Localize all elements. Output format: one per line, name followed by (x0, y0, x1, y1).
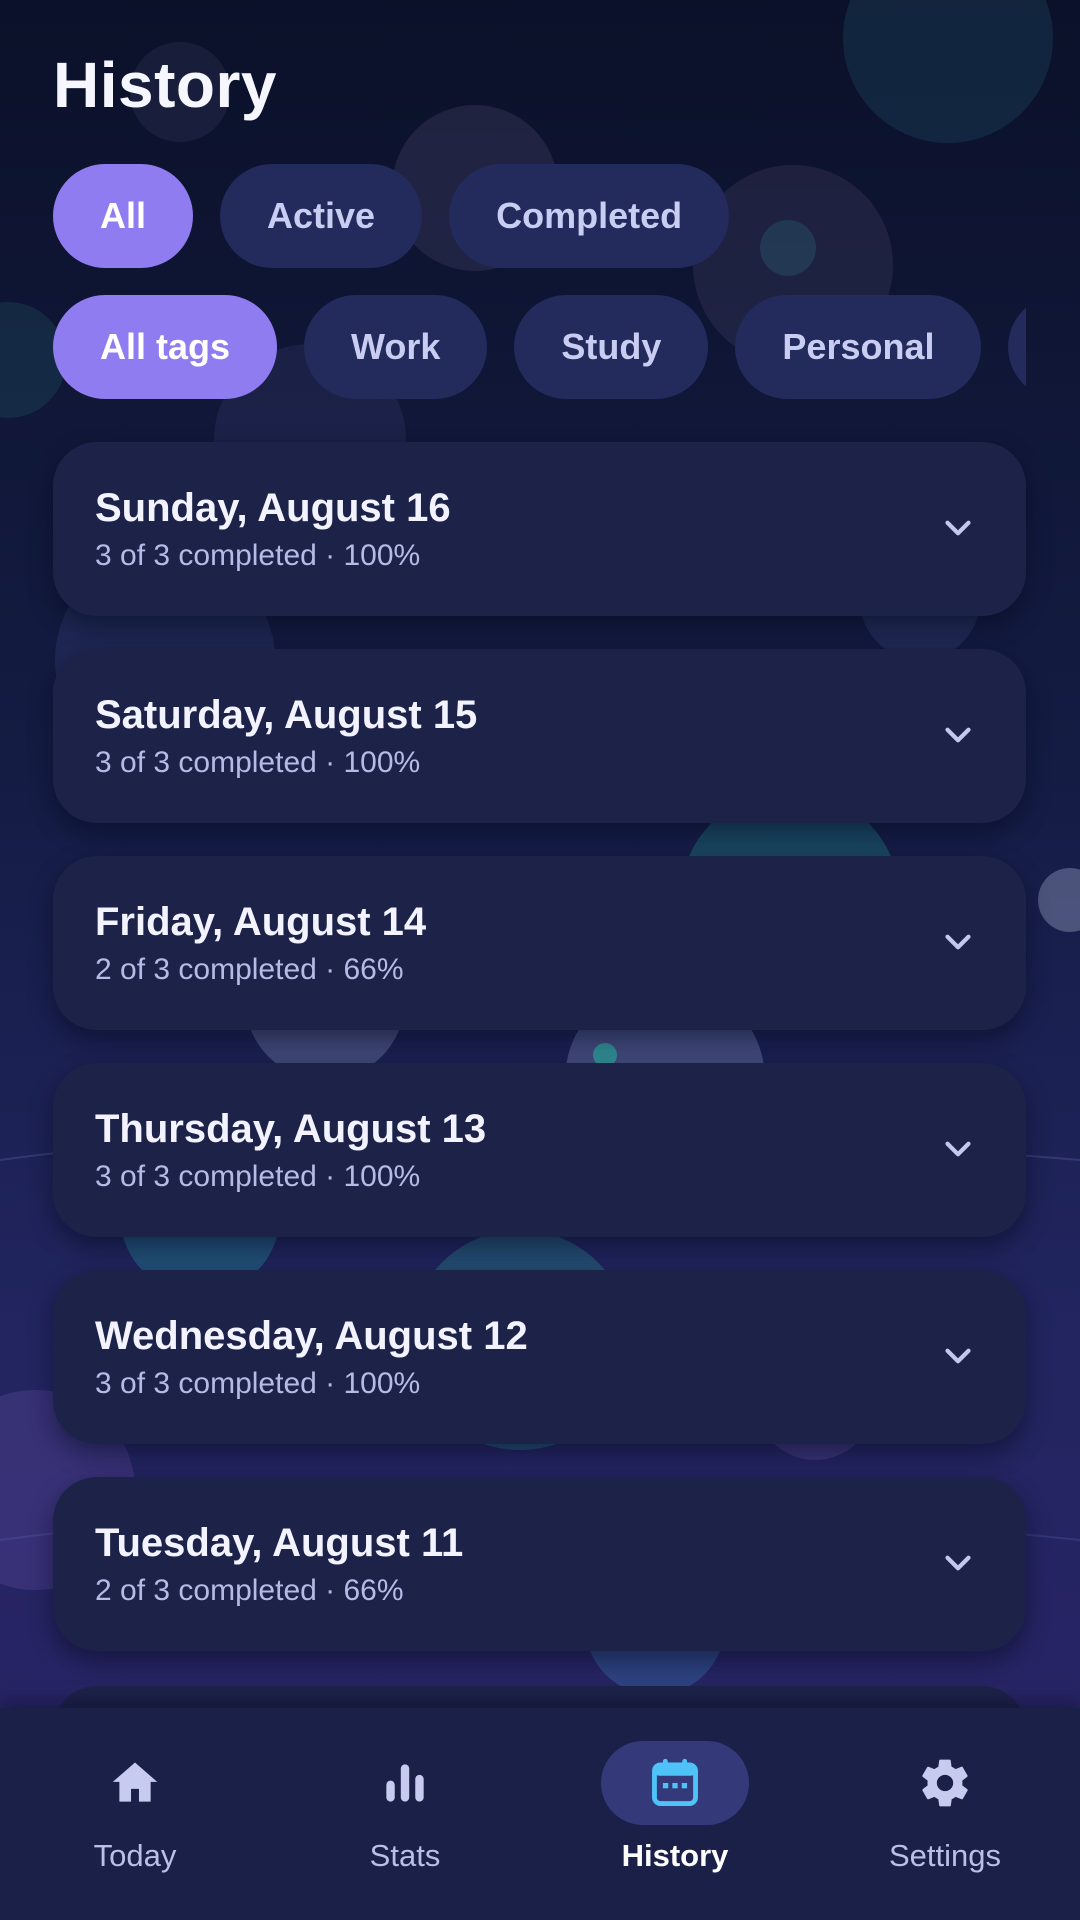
nav-label-history: History (621, 1838, 729, 1873)
nav-icon-container (61, 1741, 209, 1825)
nav-icon-container (601, 1741, 749, 1825)
nav-today[interactable]: Today (0, 1708, 270, 1920)
chevron-down-icon[interactable] (940, 924, 976, 960)
filter-chip-all[interactable]: All (53, 164, 194, 268)
day-title: Wednesday, August 12 (95, 1314, 528, 1358)
day-summary: 3 of 3 completed · 100% (95, 539, 421, 572)
bar-chart-icon (386, 1764, 424, 1802)
gear-icon (922, 1759, 968, 1807)
nav-label-today: Today (93, 1838, 177, 1873)
tag-chip-more[interactable] (1008, 295, 1026, 399)
day-card-aug-16[interactable]: Sunday, August 16 3 of 3 completed · 100… (53, 442, 1026, 616)
tag-chip-personal[interactable]: Personal (735, 295, 982, 399)
day-summary: 2 of 3 completed · 66% (95, 1574, 404, 1607)
day-title: Saturday, August 15 (95, 693, 478, 737)
chevron-down-icon[interactable] (940, 1131, 976, 1167)
calendar-icon (652, 1758, 698, 1806)
chevron-down-icon[interactable] (940, 1338, 976, 1374)
day-card-aug-15[interactable]: Saturday, August 15 3 of 3 completed · 1… (53, 649, 1026, 823)
nav-label-settings: Settings (888, 1838, 1001, 1873)
day-summary: 3 of 3 completed · 100% (95, 1367, 421, 1400)
chevron-down-icon[interactable] (940, 510, 976, 546)
page-title: History (53, 49, 277, 121)
day-summary: 2 of 3 completed · 66% (95, 953, 404, 986)
day-card-aug-14[interactable]: Friday, August 14 2 of 3 completed · 66% (53, 856, 1026, 1030)
nav-icon-container (331, 1741, 479, 1825)
filter-chip-completed[interactable]: Completed (449, 164, 730, 268)
chevron-down-icon[interactable] (940, 717, 976, 753)
chevron-down-icon[interactable] (940, 1545, 976, 1581)
day-card-aug-12[interactable]: Wednesday, August 12 3 of 3 completed · … (53, 1270, 1026, 1444)
status-filter-row: All Active Completed (53, 164, 730, 268)
day-card-aug-13[interactable]: Thursday, August 13 3 of 3 completed · 1… (53, 1063, 1026, 1237)
day-summary: 3 of 3 completed · 100% (95, 746, 421, 779)
tag-chip-all-tags[interactable]: All tags (53, 295, 278, 399)
tag-filter-row[interactable]: All tags Work Study Personal (53, 295, 1026, 399)
nav-settings[interactable]: Settings (810, 1708, 1080, 1920)
day-title: Friday, August 14 (95, 900, 427, 944)
nav-icon-container (871, 1741, 1019, 1825)
nav-label-stats: Stats (369, 1838, 441, 1873)
day-title: Sunday, August 16 (95, 486, 451, 530)
filter-chip-active[interactable]: Active (220, 164, 423, 268)
tag-chip-work[interactable]: Work (304, 295, 488, 399)
tag-chip-study[interactable]: Study (514, 295, 709, 399)
home-icon (112, 1762, 158, 1802)
day-summary: 3 of 3 completed · 100% (95, 1160, 421, 1193)
day-title: Tuesday, August 11 (95, 1521, 464, 1565)
day-title: Thursday, August 13 (95, 1107, 487, 1151)
nav-stats[interactable]: Stats (270, 1708, 540, 1920)
day-card-aug-11[interactable]: Tuesday, August 11 2 of 3 completed · 66… (53, 1477, 1026, 1651)
nav-history[interactable]: History (540, 1708, 810, 1920)
bottom-navigation: Today Stats History Settings (0, 1708, 1080, 1920)
